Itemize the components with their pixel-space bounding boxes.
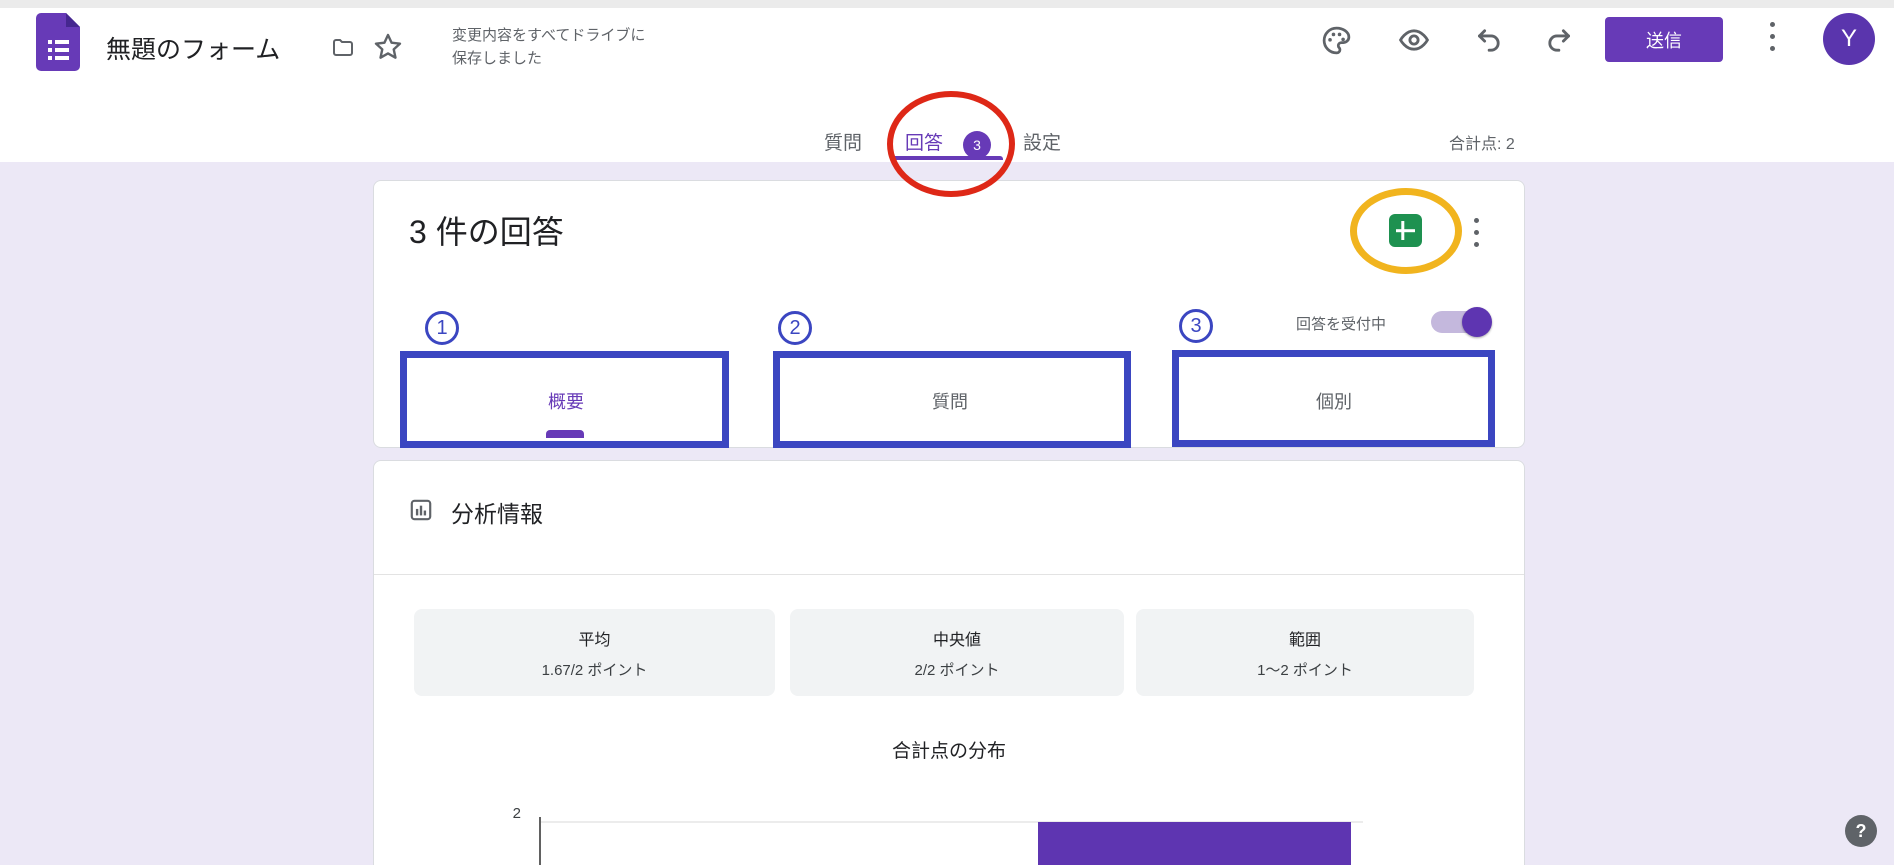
save-status-line1: 変更内容をすべてドライブに <box>452 24 645 47</box>
insights-title: 分析情報 <box>451 495 543 529</box>
undo-icon[interactable] <box>1470 23 1506 57</box>
responses-count-title: 3 件の回答 <box>409 207 564 253</box>
score-distribution-bar <box>1038 822 1351 865</box>
annotation-yellow-circle-sheets <box>1350 188 1462 274</box>
window-top-edge <box>0 0 1894 8</box>
annotation-step3-circle: 3 <box>1179 309 1213 343</box>
stat-median: 中央値 2/2 ポイント <box>790 609 1124 696</box>
google-forms-responses-page: 無題のフォーム 変更内容をすべてドライブに 保存しました 送信 <box>0 0 1894 865</box>
redo-icon[interactable] <box>1541 23 1577 57</box>
forms-logo-icon[interactable] <box>36 13 80 71</box>
stat-average: 平均 1.67/2 ポイント <box>414 609 775 696</box>
stat-range-value: 1〜2 ポイント <box>1257 659 1353 680</box>
form-title[interactable]: 無題のフォーム <box>106 30 280 66</box>
send-button[interactable]: 送信 <box>1605 17 1723 62</box>
annotation-blue-box-question <box>773 351 1131 448</box>
annotation-blue-box-summary <box>400 351 729 448</box>
divider <box>374 574 1524 575</box>
star-icon[interactable] <box>371 30 405 64</box>
help-button[interactable]: ? <box>1845 815 1877 847</box>
stat-average-label: 平均 <box>578 626 610 650</box>
annotation-blue-box-individual <box>1172 350 1495 447</box>
annotation-step2-circle: 2 <box>778 311 812 345</box>
annotation-step1-circle: 1 <box>425 311 459 345</box>
stat-median-value: 2/2 ポイント <box>914 659 999 680</box>
move-folder-icon[interactable] <box>327 34 359 62</box>
stat-range-label: 範囲 <box>1289 626 1321 650</box>
preview-eye-icon[interactable] <box>1395 22 1433 58</box>
total-points-label: 合計点: 2 <box>1449 130 1515 154</box>
chart-title: 合計点の分布 <box>374 736 1524 763</box>
accepting-responses-label: 回答を受付中 <box>1296 313 1386 334</box>
y-axis-tick-2: 2 <box>474 805 521 822</box>
insights-card: 分析情報 平均 1.67/2 ポイント 中央値 2/2 ポイント 範囲 1〜2 … <box>373 460 1525 865</box>
header-more-options-icon[interactable] <box>1764 22 1780 51</box>
responses-more-options-icon[interactable] <box>1469 218 1483 247</box>
annotation-red-circle-responses-tab <box>887 91 1015 197</box>
insights-chart-icon <box>408 497 434 523</box>
stat-median-label: 中央値 <box>933 626 981 650</box>
save-status-line2: 保存しました <box>452 47 645 70</box>
account-avatar[interactable]: Y <box>1823 13 1875 65</box>
stat-range: 範囲 1〜2 ポイント <box>1136 609 1474 696</box>
toggle-knob[interactable] <box>1462 307 1492 337</box>
tab-questions[interactable]: 質問 <box>824 128 862 155</box>
tab-settings[interactable]: 設定 <box>1023 128 1061 155</box>
save-status: 変更内容をすべてドライブに 保存しました <box>452 24 645 70</box>
theme-palette-icon[interactable] <box>1318 22 1354 58</box>
stat-average-value: 1.67/2 ポイント <box>542 659 648 680</box>
y-axis-line <box>539 817 541 865</box>
